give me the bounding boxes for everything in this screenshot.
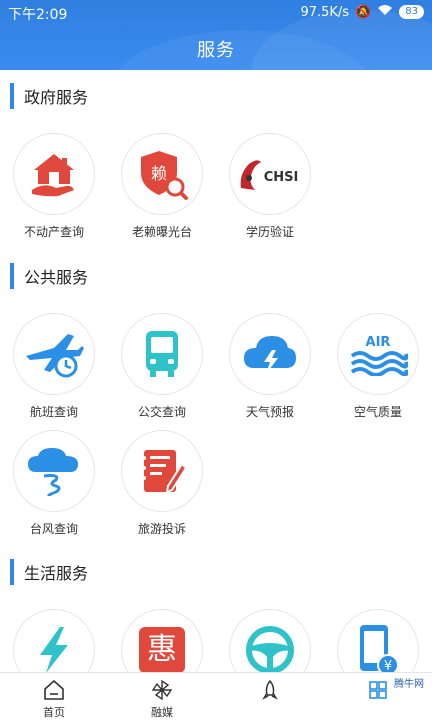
service-item-flight[interactable]: 航班查询 (4, 313, 104, 420)
air-text: AIR (366, 335, 391, 350)
section-public: 公共服务 航班查询 公交查询 天气预报 AIR 空气质量 台风查询 旅游投诉 (0, 260, 432, 540)
hui-badge: 惠 (139, 627, 185, 673)
page-title: 服务 (197, 40, 235, 61)
bottom-tab-bar: 首页 融媒 (0, 672, 432, 721)
service-label: 空气质量 (353, 405, 402, 419)
chsi-text: CHSI (264, 170, 299, 185)
tab-media[interactable]: 融媒 (108, 673, 216, 721)
service-item-typhoon[interactable]: 台风查询 (4, 430, 104, 537)
shield-search-icon: 赖 (121, 133, 203, 215)
air-waves-icon: AIR (337, 313, 419, 395)
service-label: 台风查询 (29, 522, 78, 536)
pinwheel-icon (108, 678, 216, 702)
wifi-icon (377, 4, 393, 20)
tab-home[interactable]: 首页 (0, 673, 108, 721)
service-label: 学历验证 (245, 225, 294, 239)
section-title: 政府服务 (24, 88, 89, 107)
service-item-tourism[interactable]: 旅游投诉 (112, 430, 212, 537)
service-item-air[interactable]: AIR 空气质量 (328, 313, 428, 420)
house-hand-icon (13, 133, 95, 215)
section-accent-bar (10, 83, 14, 109)
section-accent-bar (10, 263, 14, 289)
battery-badge: 83 (399, 5, 424, 19)
service-item-defaulter[interactable]: 赖 老赖曝光台 (112, 133, 212, 240)
status-time: 下午2:09 (8, 7, 68, 23)
service-label: 老赖曝光台 (131, 225, 192, 239)
bus-icon (121, 313, 203, 395)
section-header: 公共服务 (10, 263, 88, 289)
service-label: 不动产查询 (23, 225, 84, 239)
notebook-pen-icon (121, 430, 203, 512)
typhoon-icon (13, 430, 95, 512)
status-bar: 下午2:09 97.5K/s 🔕 83 (0, 0, 432, 26)
section-header: 政府服务 (10, 83, 88, 109)
shield-char: 赖 (151, 164, 167, 183)
status-right: 97.5K/s 🔕 83 (300, 4, 424, 20)
section-life: 生活服务 惠 ¥ (0, 556, 432, 691)
service-item-weather[interactable]: 天气预报 (220, 313, 320, 420)
service-label: 天气预报 (245, 405, 294, 419)
tab-third[interactable] (216, 673, 324, 721)
airplane-clock-icon (13, 313, 95, 395)
section-header: 生活服务 (10, 559, 88, 585)
service-label: 旅游投诉 (137, 522, 186, 536)
tab-label: 首页 (43, 706, 65, 719)
rocket-icon (216, 678, 324, 702)
cloud-lightning-icon (229, 313, 311, 395)
chsi-logo-icon: CHSI (229, 133, 311, 215)
mute-icon: 🔕 (355, 4, 372, 20)
section-title: 生活服务 (24, 564, 89, 583)
service-item-education[interactable]: CHSI 学历验证 (220, 133, 320, 240)
section-accent-bar (10, 559, 14, 585)
watermark: 腾牛网 (394, 679, 424, 690)
service-label: 航班查询 (29, 405, 78, 419)
home-icon (0, 678, 108, 702)
network-speed: 97.5K/s (300, 4, 350, 20)
section-title: 公共服务 (24, 268, 89, 287)
service-item-property[interactable]: 不动产查询 (4, 133, 104, 240)
app-header: 下午2:09 97.5K/s 🔕 83 服务 (0, 0, 432, 70)
service-label: 公交查询 (137, 405, 186, 419)
section-government: 政府服务 不动产查询 赖 老赖曝光台 CHSI 学历验证 (0, 80, 432, 250)
tab-label: 融媒 (151, 706, 173, 719)
service-item-bus[interactable]: 公交查询 (112, 313, 212, 420)
